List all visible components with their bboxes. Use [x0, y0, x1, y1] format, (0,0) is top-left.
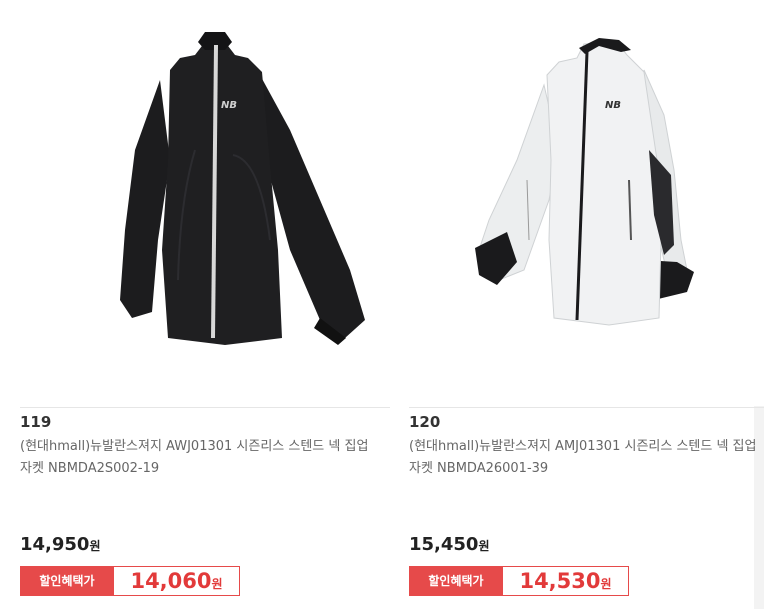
price-unit: 원 [478, 539, 490, 553]
sale-price-value: 14,060 [130, 569, 212, 593]
sale-price-unit: 원 [211, 577, 223, 591]
discount-badge: 할인혜택가 [409, 566, 503, 596]
card-divider [20, 407, 390, 408]
product-rank: 119 [20, 413, 52, 431]
white-jacket-illustration: NB [475, 38, 694, 326]
product-card[interactable]: NB 120 (현대hmall)뉴발란스져지 AMJ01301 시즌리스 스텐드… [409, 0, 764, 609]
sale-price: 14,530원 [503, 566, 629, 596]
discount-price-box: 할인혜택가 14,530원 [409, 566, 629, 596]
product-image[interactable]: NB [409, 0, 764, 406]
card-divider [409, 407, 764, 408]
product-price: 15,450원 [409, 534, 490, 555]
price-unit: 원 [89, 539, 101, 553]
svg-text:NB: NB [221, 100, 237, 111]
product-title[interactable]: (현대hmall)뉴발란스져지 AMJ01301 시즌리스 스텐드 넥 집업자켓… [409, 436, 764, 480]
price-value: 15,450 [409, 534, 479, 555]
product-rank: 120 [409, 413, 441, 431]
price-value: 14,950 [20, 534, 90, 555]
black-jacket-illustration: NB [120, 32, 365, 345]
sale-price-value: 14,530 [519, 569, 601, 593]
discount-badge: 할인혜택가 [20, 566, 114, 596]
svg-text:NB: NB [605, 100, 621, 111]
product-price: 14,950원 [20, 534, 101, 555]
discount-price-box: 할인혜택가 14,060원 [20, 566, 240, 596]
sale-price-unit: 원 [600, 577, 612, 591]
product-title[interactable]: (현대hmall)뉴발란스져지 AWJ01301 시즌리스 스텐드 넥 집업자켓… [20, 436, 375, 480]
product-card[interactable]: NB 119 (현대hmall)뉴발란스져지 AWJ01301 시즌리스 스텐드… [20, 0, 390, 609]
product-image[interactable]: NB [20, 0, 390, 406]
sale-price: 14,060원 [114, 566, 240, 596]
